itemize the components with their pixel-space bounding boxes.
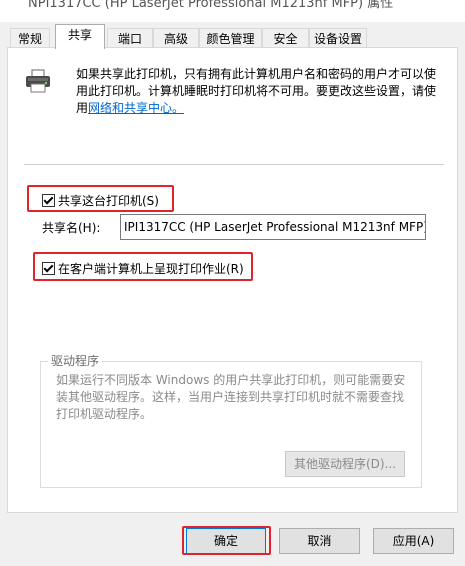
drivers-line-1: 如果运行不同版本 Windows 的用户共享此打印机，则可能需要安 [56,373,406,387]
drivers-line-3: 打印机驱动程序。 [56,407,153,421]
window-title: NPI1317CC (HP LaserJet Professional M121… [28,0,394,11]
tab-device-settings[interactable]: 设备设置 [309,28,367,48]
title-bar: NPI1317CC (HP LaserJet Professional M121… [0,0,465,22]
tab-bar: 常规 共享 端口 高级 颜色管理 安全 设备设置 [0,22,465,49]
highlight-share-checkbox [27,185,174,212]
share-name-label: 共享名(H): [42,221,101,235]
cancel-button[interactable]: 取消 [279,528,360,554]
info-line-3-prefix: 用 [76,101,89,115]
tab-sharing[interactable]: 共享 [55,24,105,49]
highlight-ok-button [182,526,271,555]
drivers-info-text: 如果运行不同版本 Windows 的用户共享此打印机，则可能需要安 装其他驱动程… [56,372,416,423]
drivers-group-title: 驱动程序 [48,353,103,369]
network-sharing-center-link[interactable]: 网络和共享中心。 [88,101,184,115]
tab-advanced[interactable]: 高级 [153,28,199,48]
highlight-render-checkbox [33,252,253,281]
tab-general[interactable]: 常规 [10,28,50,48]
printer-icon [26,69,50,93]
share-name-field[interactable]: IPI1317CC (HP LaserJet Professional M121… [120,214,426,240]
tab-security[interactable]: 安全 [262,28,309,48]
apply-button[interactable]: 应用(A) [373,528,454,554]
info-line-3: 用网络和共享中心。 [76,100,448,117]
info-line-1: 如果共享此打印机，只有拥有此计算机用户名和密码的用户才可以使 [76,67,437,81]
tab-ports[interactable]: 端口 [107,28,153,48]
other-drivers-button[interactable]: 其他驱动程序(D)... [285,451,405,477]
drivers-line-2: 装其他驱动程序。这样，当用户连接到共享打印机时就不需要查找 [56,390,405,404]
separator [24,164,444,165]
tab-color-management[interactable]: 颜色管理 [199,28,262,48]
sharing-info-text: 如果共享此打印机，只有拥有此计算机用户名和密码的用户才可以使 用此打印机。计算机… [76,66,448,117]
info-line-2: 用此打印机。计算机睡眠时打印机将不可用。要更改这些设置，请使 [76,84,437,98]
